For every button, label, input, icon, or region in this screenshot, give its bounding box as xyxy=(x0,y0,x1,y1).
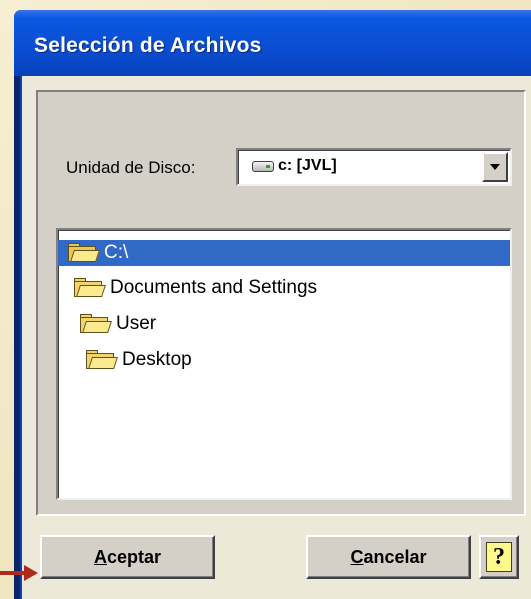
folder-label: Documents and Settings xyxy=(110,277,318,298)
accept-mnemonic: A xyxy=(93,546,107,567)
drive-label: Unidad de Disco: xyxy=(66,158,196,177)
open-folder-icon xyxy=(72,278,108,298)
accept-label: ceptar xyxy=(106,546,162,567)
folder-label: C:\ xyxy=(104,242,129,263)
cancel-button[interactable]: Cancelar xyxy=(306,535,471,579)
pointer-arrow-icon xyxy=(0,565,38,581)
open-folder-icon xyxy=(84,350,120,370)
folder-tree[interactable]: C:\ Documents and Settings User Desktop xyxy=(56,228,512,500)
content-frame: Unidad de Disco: c: [JVL] C:\ Documents … xyxy=(36,90,526,516)
cancel-label: ancelar xyxy=(363,546,427,567)
title-bar[interactable]: Selección de Archivos xyxy=(14,10,531,76)
cancel-mnemonic: C xyxy=(350,546,364,567)
file-selection-dialog: Selección de Archivos Unidad de Disco: c… xyxy=(14,10,531,599)
chevron-down-icon[interactable] xyxy=(482,152,508,182)
drive-dropdown[interactable]: c: [JVL] xyxy=(236,148,512,186)
drive-icon xyxy=(252,161,274,172)
open-folder-icon xyxy=(66,243,102,263)
open-folder-icon xyxy=(78,314,114,334)
folder-label: User xyxy=(116,313,157,334)
dialog-body: Unidad de Disco: c: [JVL] C:\ Documents … xyxy=(20,76,531,599)
folder-label: Desktop xyxy=(122,349,192,370)
help-icon: ? xyxy=(486,542,512,572)
folder-item-user[interactable]: User xyxy=(58,311,156,337)
drive-selected-value: c: [JVL] xyxy=(278,157,337,174)
folder-item-root[interactable]: C:\ xyxy=(58,240,510,266)
dialog-title: Selección de Archivos xyxy=(34,34,262,57)
folder-item-documents[interactable]: Documents and Settings xyxy=(58,275,317,301)
accept-button[interactable]: Aceptar xyxy=(40,535,215,579)
help-button[interactable]: ? xyxy=(479,535,519,579)
folder-item-desktop[interactable]: Desktop xyxy=(58,347,192,373)
